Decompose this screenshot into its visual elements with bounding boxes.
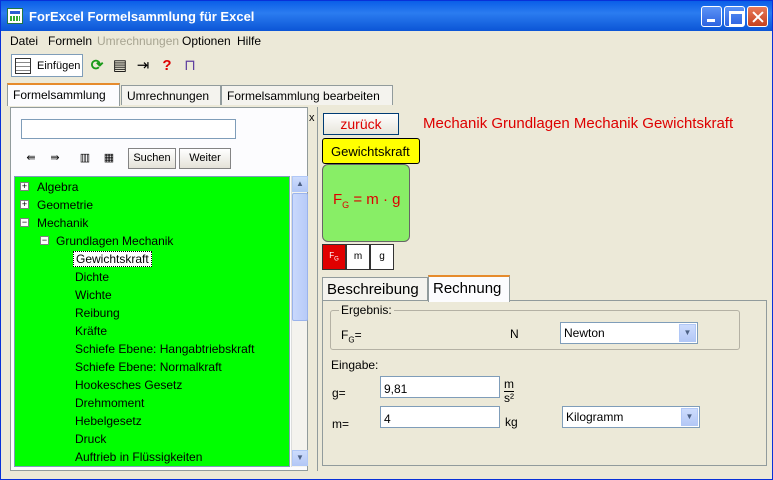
tab-formelsammlung[interactable]: Formelsammlung: [7, 83, 120, 106]
variable-button-g[interactable]: g: [370, 244, 394, 270]
collapse-all-icon[interactable]: ⇚: [22, 151, 40, 165]
variable-button-fg[interactable]: FG: [322, 244, 346, 270]
result-unit-select[interactable]: Newton ▼: [560, 322, 698, 344]
m-unit-select-value: Kilogramm: [566, 410, 624, 424]
g-input[interactable]: [380, 376, 500, 398]
scroll-down-icon[interactable]: ▼: [292, 450, 308, 466]
maximize-button[interactable]: [724, 6, 745, 27]
tab-beschreibung[interactable]: Beschreibung: [322, 277, 428, 301]
collapse-icon[interactable]: −: [20, 218, 29, 227]
insert-icon: [15, 58, 31, 74]
exit-icon[interactable]: ⊓: [181, 57, 199, 75]
tree-item-mechanik[interactable]: Mechanik: [37, 216, 88, 230]
formula-text: FG = m · g: [333, 191, 401, 210]
tab-umrechnungen[interactable]: Umrechnungen: [121, 85, 221, 105]
chevron-down-icon[interactable]: ▼: [681, 408, 698, 426]
scroll-thumb[interactable]: [292, 193, 308, 321]
menu-hilfe[interactable]: Hilfe: [237, 34, 261, 48]
chevron-down-icon[interactable]: ▼: [679, 324, 696, 342]
tree-item[interactable]: Wichte: [75, 288, 112, 302]
tree-item-geometrie[interactable]: Geometrie: [37, 198, 93, 212]
tree-item[interactable]: Schiefe Ebene: Hangabtriebskraft: [75, 342, 254, 356]
m-unit-select[interactable]: Kilogramm ▼: [562, 406, 700, 428]
variable-button-m[interactable]: m: [346, 244, 370, 270]
main-window: ForExcel Formelsammlung für Excel Datei …: [0, 0, 773, 480]
tree-item[interactable]: Kräfte: [75, 324, 107, 338]
tree-item[interactable]: Reibung: [75, 306, 120, 320]
left-panel: ⇚ ⇛ ▥ ▦ Suchen Weiter + Algebra + Geomet…: [10, 107, 308, 471]
result-group-label: Ergebnis:: [339, 303, 394, 317]
result-variable: FG=: [341, 328, 362, 345]
expand-all-icon[interactable]: ⇛: [46, 151, 64, 165]
close-panel-icon[interactable]: x: [309, 112, 315, 124]
refresh-icon[interactable]: ⟳: [88, 57, 106, 75]
app-icon[interactable]: [7, 8, 23, 24]
right-panel: zurück Mechanik Grundlagen Mechanik Gewi…: [317, 107, 770, 471]
scroll-up-icon[interactable]: ▲: [292, 176, 308, 192]
tree-item-gewichtskraft[interactable]: Gewichtskraft: [73, 251, 152, 267]
tree-item[interactable]: Dichte: [75, 270, 109, 284]
back-button[interactable]: zurück: [323, 113, 399, 135]
close-button[interactable]: [747, 6, 768, 27]
result-unit-select-value: Newton: [564, 326, 605, 340]
collapse-icon[interactable]: −: [40, 236, 49, 245]
menu-umrechnungen: Umrechnungen: [97, 34, 180, 48]
menu-optionen[interactable]: Optionen: [182, 34, 231, 48]
title-bar[interactable]: ForExcel Formelsammlung für Excel: [1, 1, 772, 31]
g-unit: m s²: [504, 377, 514, 405]
result-group: Ergebnis: FG= N Newton ▼: [330, 303, 740, 350]
tab-formelsammlung-bearbeiten[interactable]: Formelsammlung bearbeiten: [221, 85, 393, 105]
window-title: ForExcel Formelsammlung für Excel: [29, 9, 255, 24]
tree-item[interactable]: Hookesches Gesetz: [75, 378, 182, 392]
tree-item[interactable]: Schiefe Ebene: Normalkraft: [75, 360, 222, 374]
m-input[interactable]: [380, 406, 500, 428]
breadcrumb: Mechanik Grundlagen Mechanik Gewichtskra…: [423, 115, 734, 132]
insert-button[interactable]: Einfügen: [11, 54, 83, 77]
m-label: m=: [332, 417, 350, 431]
document-arrow-icon[interactable]: ⇥: [134, 57, 152, 75]
search-input[interactable]: [21, 119, 236, 139]
tree-item[interactable]: Auftrieb in Flüssigkeiten: [75, 450, 202, 464]
toolbar: Einfügen ⟳ ▤ ⇥ ? ⊓: [1, 53, 772, 79]
next-button[interactable]: Weiter: [179, 148, 231, 169]
tree-item-grundlagen-mechanik[interactable]: Grundlagen Mechanik: [56, 234, 173, 248]
formula-display: FG = m · g: [322, 164, 410, 242]
tree-item[interactable]: Druck: [75, 432, 106, 446]
help-icon[interactable]: ?: [158, 57, 176, 75]
books-icon[interactable]: ▦: [100, 151, 118, 165]
book-icon[interactable]: ▥: [76, 151, 94, 165]
formula-name-tag: Gewichtskraft: [322, 138, 420, 164]
expand-icon[interactable]: +: [20, 200, 29, 209]
tree-item[interactable]: Hebelgesetz: [75, 414, 142, 428]
page-settings-icon[interactable]: ▤: [111, 57, 129, 75]
menu-formeln[interactable]: Formeln: [48, 34, 92, 48]
expand-icon[interactable]: +: [20, 182, 29, 191]
tab-rechnung[interactable]: Rechnung: [428, 275, 510, 302]
formula-tree[interactable]: + Algebra + Geometrie − Mechanik − Grund…: [14, 176, 290, 467]
m-unit: kg: [505, 415, 518, 429]
menu-datei[interactable]: Datei: [10, 34, 38, 48]
calculation-panel: Ergebnis: FG= N Newton ▼ Eingabe: g= m s…: [322, 300, 767, 466]
minimize-button[interactable]: [701, 6, 722, 27]
tree-scrollbar[interactable]: ▲ ▼: [291, 176, 308, 467]
tree-item[interactable]: Drehmoment: [75, 396, 144, 410]
tree-item-algebra[interactable]: Algebra: [37, 180, 78, 194]
g-label: g=: [332, 386, 346, 400]
result-unit: N: [510, 327, 519, 341]
input-group-label: Eingabe:: [331, 358, 379, 372]
menu-bar: Datei Formeln Umrechnungen Optionen Hilf…: [1, 31, 772, 51]
search-button[interactable]: Suchen: [128, 148, 176, 169]
insert-label: Einfügen: [37, 60, 81, 72]
